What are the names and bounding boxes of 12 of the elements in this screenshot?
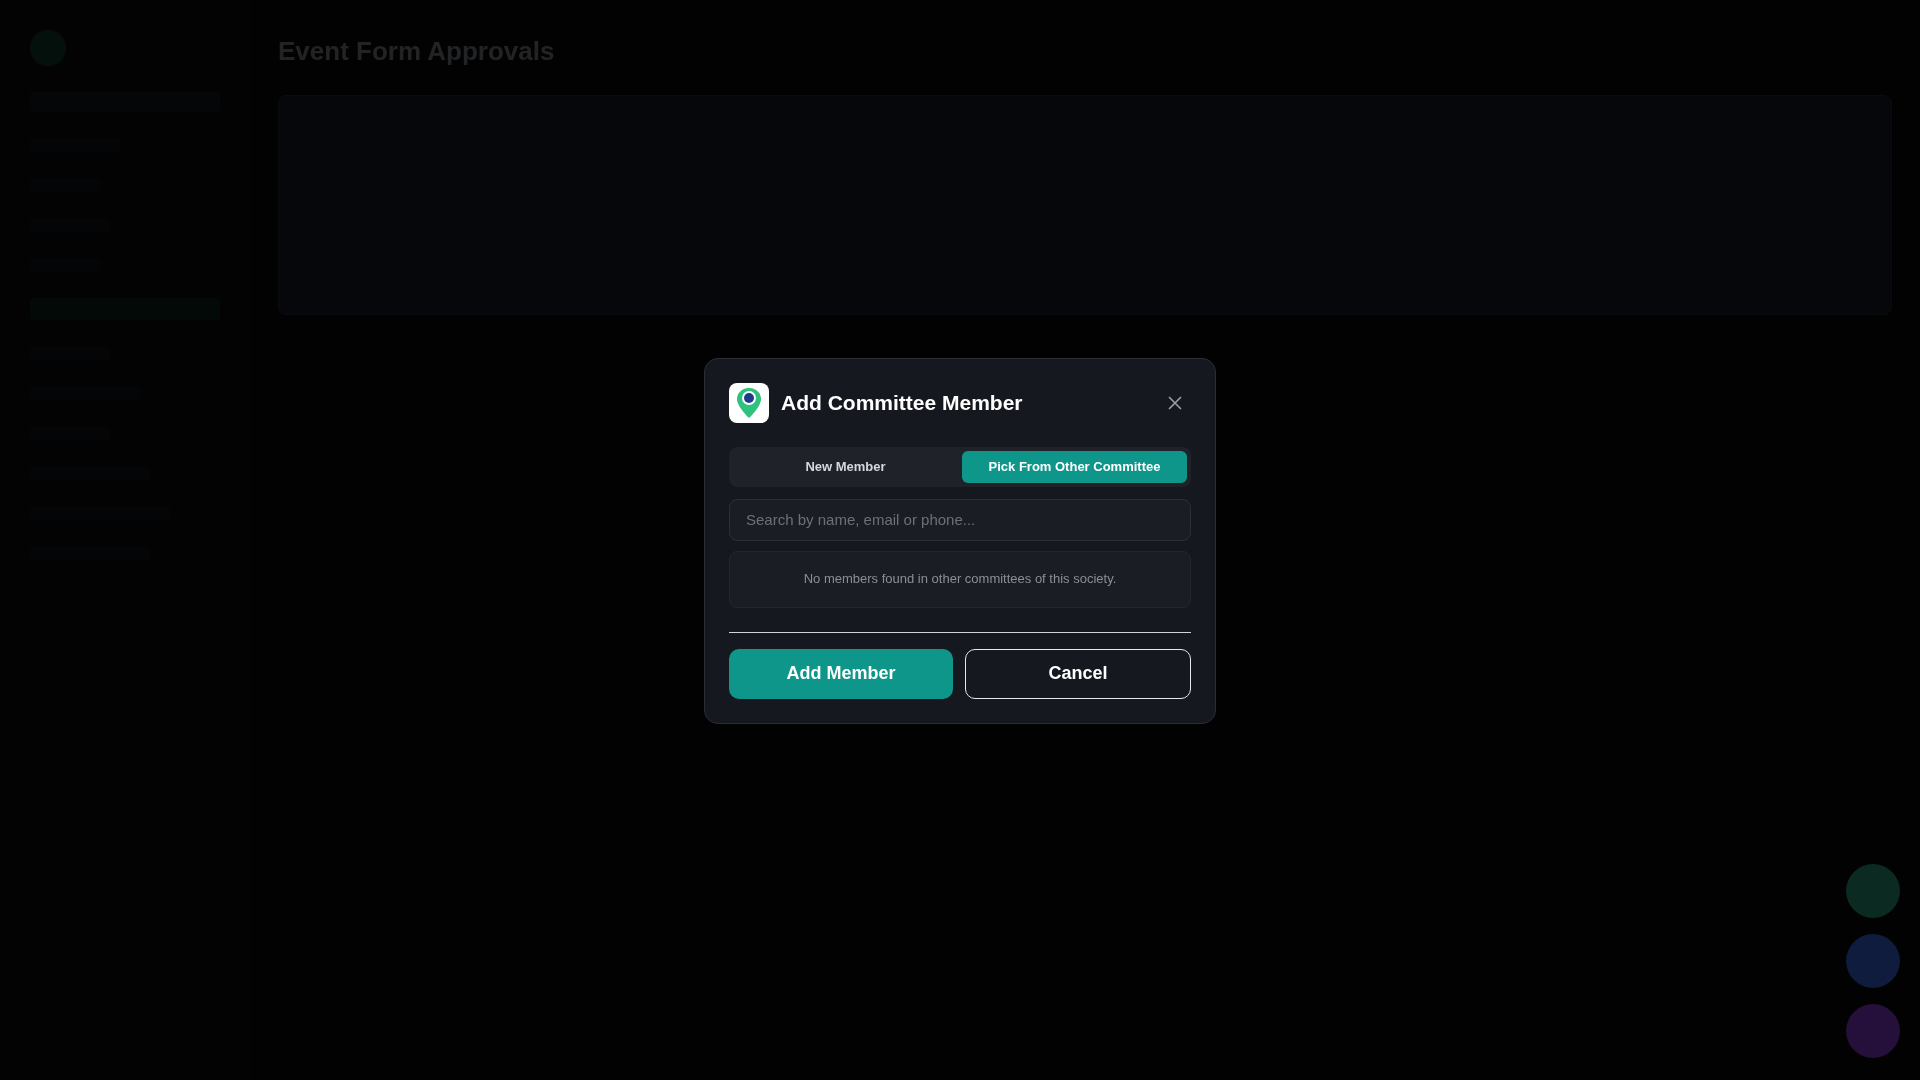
- floating-action-button[interactable]: [1846, 864, 1900, 918]
- dialog-tab[interactable]: Pick From Other Committee: [962, 450, 1187, 483]
- dialog-tab[interactable]: New Member: [733, 450, 958, 483]
- add-member-button[interactable]: Add Member: [729, 648, 953, 699]
- app-logo-icon: [729, 382, 769, 423]
- empty-message: No members found in other committees of this society.: [803, 570, 1117, 589]
- search-field[interactable]: Search by name, email or phone...: [729, 498, 1191, 541]
- cancel-button[interactable]: Cancel: [965, 648, 1191, 699]
- dialog-title: Add Committee Member: [781, 389, 1024, 416]
- floating-action-button[interactable]: [1846, 934, 1900, 988]
- floating-action-button[interactable]: [1846, 1004, 1900, 1058]
- close-icon: [1168, 395, 1182, 410]
